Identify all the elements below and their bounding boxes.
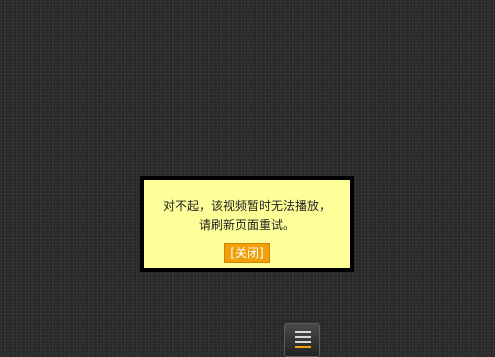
error-message-line-1: 对不起，该视频暂时无法播放， — [162, 199, 331, 213]
error-dialog: 对不起，该视频暂时无法播放， 请刷新页面重试。 [关闭] — [140, 176, 354, 272]
error-message-line-2: 请刷新页面重试。 — [198, 218, 295, 232]
close-button[interactable]: [关闭] — [224, 243, 270, 263]
player-menu-button[interactable] — [284, 323, 320, 357]
menu-icon — [295, 331, 311, 351]
error-message: 对不起，该视频暂时无法播放， 请刷新页面重试。 — [150, 197, 344, 235]
